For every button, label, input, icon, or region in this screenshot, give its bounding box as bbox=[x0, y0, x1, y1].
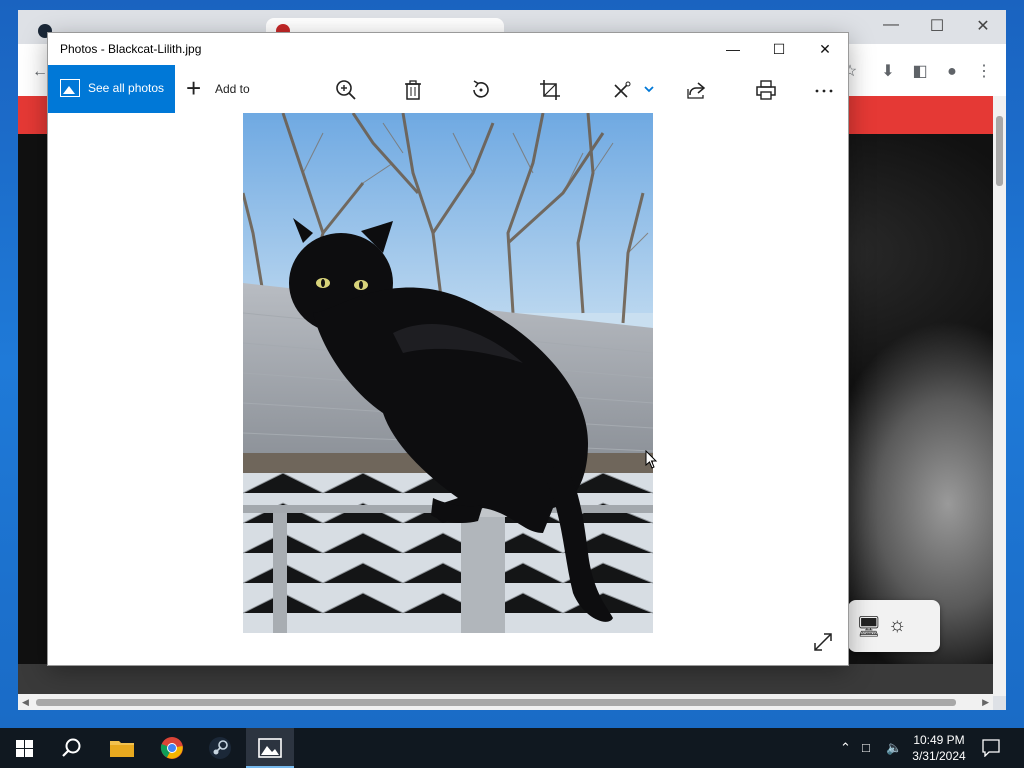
delete-icon[interactable] bbox=[400, 77, 426, 103]
file-explorer-button[interactable] bbox=[98, 728, 146, 768]
search-icon bbox=[62, 738, 81, 757]
chrome-maximize-button[interactable]: ☐ bbox=[914, 16, 960, 36]
scroll-left-arrow-icon[interactable]: ◀ bbox=[22, 697, 29, 708]
monitor-icon[interactable]: 🖥 bbox=[856, 614, 881, 639]
print-icon[interactable] bbox=[753, 77, 779, 103]
fullscreen-expand-icon[interactable] bbox=[812, 631, 834, 653]
brightness-icon[interactable]: ☼ bbox=[888, 614, 906, 637]
see-all-photos-label: See all photos bbox=[88, 81, 165, 95]
more-options-icon[interactable] bbox=[811, 77, 837, 103]
taskbar-clock[interactable]: 10:49 PM 3/31/2024 bbox=[904, 732, 974, 764]
close-button[interactable]: ✕ bbox=[802, 33, 848, 65]
display-settings-widget[interactable]: 🖥 ☼ bbox=[848, 600, 940, 652]
start-button[interactable] bbox=[0, 728, 48, 768]
share-icon[interactable] bbox=[684, 77, 710, 103]
chevron-down-icon[interactable] bbox=[636, 77, 654, 103]
mouse-cursor-icon bbox=[645, 450, 658, 469]
chrome-menu-icon[interactable]: ⋮ bbox=[974, 62, 994, 82]
plus-icon: + bbox=[186, 73, 202, 103]
clock-time: 10:49 PM bbox=[913, 733, 965, 747]
photos-titlebar[interactable]: Photos - Blackcat-Lilith.jpg — ☐ ✕ bbox=[48, 33, 848, 65]
side-panel-icon[interactable]: ◧ bbox=[910, 62, 930, 82]
chrome-icon bbox=[160, 737, 183, 759]
windows-logo-icon bbox=[16, 740, 33, 757]
chrome-vertical-scrollbar[interactable] bbox=[993, 96, 1006, 696]
horizontal-scroll-thumb[interactable] bbox=[36, 699, 956, 706]
show-hidden-icons-chevron-icon[interactable]: ⌃ bbox=[840, 740, 851, 756]
maximize-button[interactable]: ☐ bbox=[756, 33, 802, 65]
volume-muted-icon[interactable]: 🔈 bbox=[886, 740, 902, 756]
photos-command-bar: See all photos + Add to bbox=[48, 65, 848, 113]
see-all-photos-button[interactable]: See all photos bbox=[48, 65, 175, 113]
steam-taskbar-button[interactable] bbox=[196, 728, 244, 768]
add-to-label: Add to bbox=[215, 82, 250, 96]
crop-icon[interactable] bbox=[537, 77, 563, 103]
minimize-button[interactable]: — bbox=[710, 33, 756, 65]
profile-avatar-icon[interactable]: ● bbox=[942, 62, 962, 82]
steam-icon bbox=[209, 737, 231, 759]
window-title: Photos - Blackcat-Lilith.jpg bbox=[60, 42, 202, 56]
vertical-scroll-thumb[interactable] bbox=[996, 116, 1003, 186]
folder-icon bbox=[110, 741, 134, 757]
edit-create-icon[interactable] bbox=[609, 77, 635, 103]
photos-window[interactable]: Photos - Blackcat-Lilith.jpg — ☐ ✕ See a… bbox=[48, 33, 848, 665]
clock-date: 3/31/2024 bbox=[912, 749, 966, 763]
back-icon[interactable]: ← bbox=[30, 62, 50, 82]
notifications-icon[interactable] bbox=[982, 739, 1000, 757]
rotate-icon[interactable] bbox=[468, 77, 494, 103]
chrome-minimize-button[interactable]: — bbox=[868, 16, 914, 34]
photos-app-icon bbox=[258, 738, 282, 758]
scroll-right-arrow-icon[interactable]: ▶ bbox=[982, 697, 989, 708]
chrome-close-button[interactable]: ✕ bbox=[960, 16, 1006, 36]
chrome-taskbar-button[interactable] bbox=[148, 728, 196, 768]
zoom-in-icon[interactable] bbox=[333, 77, 359, 103]
search-button[interactable] bbox=[48, 728, 96, 768]
black-cat-photo[interactable] bbox=[243, 113, 653, 633]
site-bottom-strip bbox=[18, 664, 993, 694]
photo-viewer[interactable] bbox=[48, 113, 848, 665]
photos-gallery-icon bbox=[60, 79, 80, 97]
chrome-horizontal-scrollbar[interactable]: ◀ ▶ bbox=[18, 694, 993, 710]
photos-taskbar-button[interactable] bbox=[246, 728, 294, 768]
taskbar: ⌃ □ 🔈 10:49 PM 3/31/2024 bbox=[0, 728, 1024, 768]
network-icon[interactable]: □ bbox=[862, 740, 870, 755]
download-icon[interactable]: ⬇ bbox=[878, 62, 898, 82]
